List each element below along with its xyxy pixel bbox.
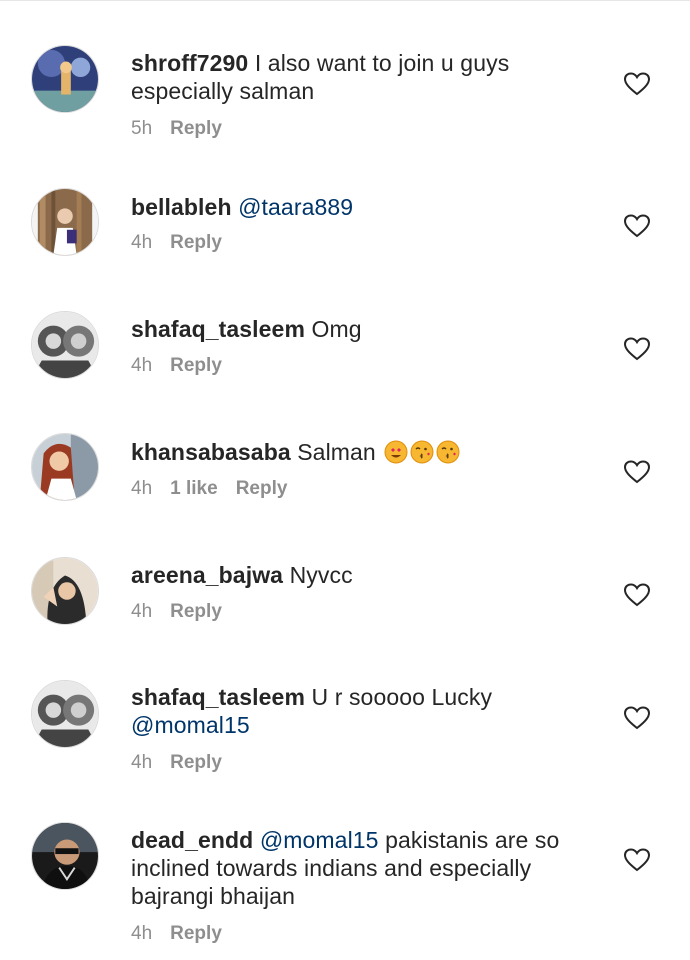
mention-link[interactable]: @taara889 xyxy=(238,194,353,220)
comment-meta: 4h Reply xyxy=(131,752,222,774)
comment-body: Nyvcc xyxy=(289,562,353,588)
comment-time: 4h xyxy=(131,752,153,773)
comment-body: Salman xyxy=(297,439,376,465)
comment-username[interactable]: khansabasaba xyxy=(131,439,291,465)
comment-meta: 4h Reply xyxy=(131,923,222,945)
reply-button[interactable]: Reply xyxy=(170,355,222,376)
reply-button[interactable]: Reply xyxy=(170,118,222,139)
avatar[interactable] xyxy=(31,557,99,625)
comment-text: shroff7290 I also want to join u guys es… xyxy=(131,49,591,105)
comment-time: 4h xyxy=(131,601,153,622)
comment-text: khansabasaba Salman xyxy=(131,438,591,466)
reply-button[interactable]: Reply xyxy=(170,752,222,773)
heart-eyes-emoji xyxy=(384,440,408,464)
avatar[interactable] xyxy=(31,433,99,501)
avatar[interactable] xyxy=(31,45,99,113)
comment-time: 4h xyxy=(131,478,153,499)
comment-username[interactable]: dead_endd xyxy=(131,827,253,853)
comment-meta: 4h Reply xyxy=(131,601,222,623)
heart-outline-icon[interactable] xyxy=(624,706,650,730)
heart-outline-icon[interactable] xyxy=(624,848,650,872)
comment-time: 4h xyxy=(131,232,153,253)
avatar[interactable] xyxy=(31,680,99,748)
avatar[interactable] xyxy=(31,311,99,379)
comment-meta: 4h 1 like Reply xyxy=(131,478,287,500)
comment-meta: 5h Reply xyxy=(131,118,222,140)
comment-meta: 4h Reply xyxy=(131,232,222,254)
comment-text: bellableh @taara889 xyxy=(131,193,591,221)
reply-button[interactable]: Reply xyxy=(236,478,288,499)
comment-meta: 4h Reply xyxy=(131,355,222,377)
heart-outline-icon[interactable] xyxy=(624,460,650,484)
comment-username[interactable]: shafaq_tasleem xyxy=(131,316,305,342)
comment-text: dead_endd @momal15 pakistanis are so inc… xyxy=(131,826,591,910)
kiss-emoji xyxy=(410,440,434,464)
comment-username[interactable]: shroff7290 xyxy=(131,50,248,76)
comment-body: Omg xyxy=(311,316,362,342)
heart-outline-icon[interactable] xyxy=(624,337,650,361)
comment-time: 4h xyxy=(131,355,153,376)
avatar[interactable] xyxy=(31,822,99,890)
avatar[interactable] xyxy=(31,188,99,256)
comment-time: 5h xyxy=(131,118,153,139)
comment-time: 4h xyxy=(131,923,153,944)
comment-text: shafaq_tasleem Omg xyxy=(131,315,591,343)
mention-link[interactable]: @momal15 xyxy=(260,827,379,853)
mention-link[interactable]: @momal15 xyxy=(131,712,250,738)
heart-outline-icon[interactable] xyxy=(624,583,650,607)
comment-username[interactable]: areena_bajwa xyxy=(131,562,283,588)
likes-count-link[interactable]: 1 like xyxy=(170,478,218,499)
comment-body: U r sooooo Lucky xyxy=(311,684,493,710)
comment-text: areena_bajwa Nyvcc xyxy=(131,561,591,589)
heart-outline-icon[interactable] xyxy=(624,72,650,96)
heart-outline-icon[interactable] xyxy=(624,214,650,238)
divider xyxy=(0,0,690,1)
reply-button[interactable]: Reply xyxy=(170,601,222,622)
reply-button[interactable]: Reply xyxy=(170,232,222,253)
comment-username[interactable]: bellableh xyxy=(131,194,232,220)
comment-text: shafaq_tasleem U r sooooo Lucky @momal15 xyxy=(131,683,591,739)
comment-username[interactable]: shafaq_tasleem xyxy=(131,684,305,710)
reply-button[interactable]: Reply xyxy=(170,923,222,944)
kiss-emoji xyxy=(436,440,460,464)
